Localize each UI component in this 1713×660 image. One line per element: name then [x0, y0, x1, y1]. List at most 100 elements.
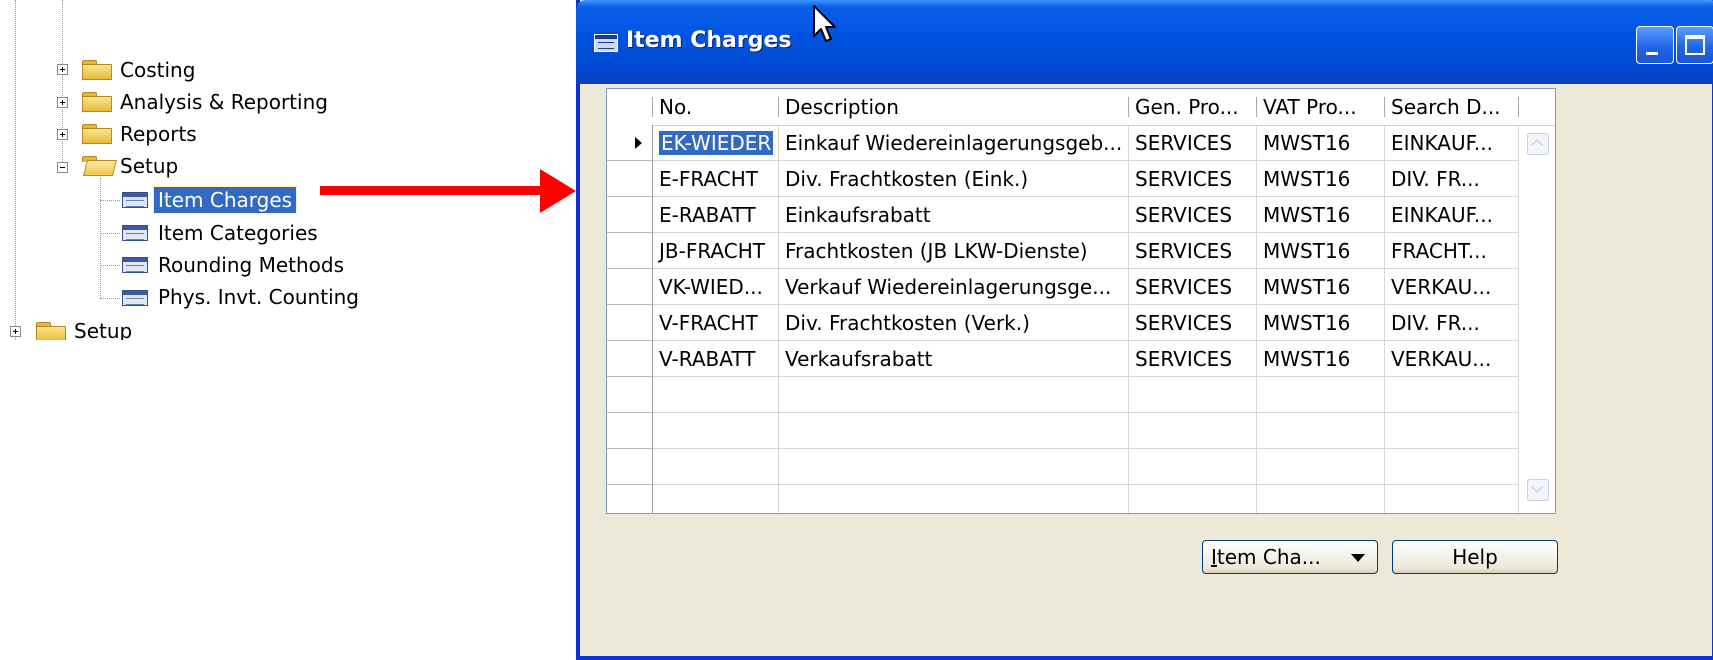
expand-analysis-icon[interactable] [57, 97, 68, 108]
table-row[interactable] [607, 449, 1555, 485]
table-cell[interactable]: Div. Frachtkosten (Eink.) [779, 161, 1129, 197]
row-selector[interactable] [607, 197, 653, 233]
scroll-down-icon[interactable] [1527, 479, 1549, 501]
table-cell[interactable] [1129, 485, 1257, 513]
row-selector[interactable] [607, 413, 653, 449]
table-cell[interactable]: SERVICES [1129, 233, 1257, 269]
collapse-setup-icon[interactable] [57, 162, 68, 173]
expand-reports-icon[interactable] [57, 129, 68, 140]
table-row[interactable] [607, 413, 1555, 449]
column-header-description[interactable]: Description [779, 89, 1129, 125]
table-cell[interactable]: MWST16 [1257, 197, 1385, 233]
table-cell[interactable]: V-FRACHT [653, 305, 779, 341]
title-bar[interactable]: Item Charges ✕ [576, 0, 1713, 84]
table-cell[interactable]: VERKAU... [1385, 269, 1519, 305]
row-selector[interactable] [607, 485, 653, 513]
table-cell[interactable] [1129, 413, 1257, 449]
table-cell[interactable] [1257, 485, 1385, 513]
column-header-no[interactable]: No. [653, 89, 779, 125]
table-cell[interactable]: JB-FRACHT [653, 233, 779, 269]
table-cell[interactable] [1385, 449, 1519, 485]
table-cell[interactable]: VK-WIED... [653, 269, 779, 305]
tree-item-rounding-methods[interactable]: Rounding Methods [154, 252, 348, 278]
expand-setup-icon[interactable] [10, 326, 21, 337]
table-cell[interactable] [779, 485, 1129, 513]
table-row[interactable]: VK-WIED... Verkauf Wiedereinlagerungsge..… [607, 269, 1555, 305]
row-selector[interactable] [607, 161, 653, 197]
table-cell[interactable] [653, 449, 779, 485]
table-cell[interactable] [1257, 377, 1385, 413]
table-cell[interactable] [1129, 449, 1257, 485]
tree-item-setup[interactable]: Setup [116, 153, 182, 179]
table-cell[interactable]: SERVICES [1129, 341, 1257, 377]
table-cell[interactable]: SERVICES [1129, 197, 1257, 233]
table-cell[interactable]: MWST16 [1257, 341, 1385, 377]
column-header-search-description[interactable]: Search D... [1385, 89, 1519, 125]
table-cell[interactable]: DIV. FR... [1385, 161, 1519, 197]
table-cell[interactable] [653, 413, 779, 449]
table-row[interactable]: EK-WIEDER Einkauf Wiedereinlagerungsgeb..… [607, 125, 1555, 161]
item-charge-menu-button[interactable]: Item Cha... [1202, 540, 1378, 574]
table-row[interactable]: E-RABATT Einkaufsrabatt SERVICES MWST16 EINK… [607, 197, 1555, 233]
table-row[interactable] [607, 377, 1555, 413]
help-button[interactable]: Help [1392, 540, 1558, 574]
table-cell[interactable] [779, 449, 1129, 485]
table-cell[interactable]: SERVICES [1129, 305, 1257, 341]
table-row[interactable]: V-FRACHT Div. Frachtkosten (Verk.) SERVICE… [607, 305, 1555, 341]
table-cell[interactable] [779, 377, 1129, 413]
table-cell[interactable] [1385, 485, 1519, 513]
table-row[interactable]: V-RABATT Verkaufsrabatt SERVICES MWST16 VERK… [607, 341, 1555, 377]
table-cell[interactable]: EK-WIEDER [653, 125, 779, 161]
column-header-gen-prod-posting-group[interactable]: Gen. Pro... [1129, 89, 1257, 125]
table-row[interactable]: JB-FRACHT Frachtkosten (JB LKW-Dienste) SE… [607, 233, 1555, 269]
table-cell[interactable]: MWST16 [1257, 233, 1385, 269]
table-cell[interactable]: Frachtkosten (JB LKW-Dienste) [779, 233, 1129, 269]
table-cell[interactable]: Div. Frachtkosten (Verk.) [779, 305, 1129, 341]
minimize-button[interactable] [1636, 26, 1674, 64]
table-cell[interactable]: FRACHT... [1385, 233, 1519, 269]
table-cell[interactable]: MWST16 [1257, 305, 1385, 341]
row-selector[interactable] [607, 305, 653, 341]
row-selector[interactable] [607, 449, 653, 485]
table-cell[interactable]: E-FRACHT [653, 161, 779, 197]
tree-item-item-charges[interactable]: Item Charges [152, 186, 298, 214]
table-cell[interactable] [653, 485, 779, 513]
tree-item-analysis-reporting[interactable]: Analysis & Reporting [116, 89, 332, 115]
table-cell[interactable]: MWST16 [1257, 269, 1385, 305]
table-cell[interactable]: V-RABATT [653, 341, 779, 377]
column-header-vat-prod-posting-group[interactable]: VAT Pro... [1257, 89, 1385, 125]
maximize-button[interactable] [1676, 26, 1713, 64]
table-cell[interactable]: SERVICES [1129, 269, 1257, 305]
selected-cell-text[interactable]: EK-WIEDER [659, 131, 774, 155]
table-cell[interactable]: SERVICES [1129, 161, 1257, 197]
table-cell[interactable] [1385, 413, 1519, 449]
table-cell[interactable]: Einkaufsrabatt [779, 197, 1129, 233]
table-cell[interactable]: VERKAU... [1385, 341, 1519, 377]
table-cell[interactable] [1385, 377, 1519, 413]
table-cell[interactable]: MWST16 [1257, 161, 1385, 197]
table-cell[interactable]: EINKAUF... [1385, 197, 1519, 233]
tree-item-costing[interactable]: Costing [116, 57, 199, 83]
expand-costing-icon[interactable] [57, 64, 68, 75]
table-cell[interactable]: SERVICES [1129, 125, 1257, 161]
row-selector[interactable] [607, 269, 653, 305]
tree-item-phys-invt-counting[interactable]: Phys. Invt. Counting [154, 284, 363, 310]
vertical-scrollbar[interactable] [1527, 125, 1551, 513]
table-cell[interactable] [1257, 413, 1385, 449]
table-cell[interactable] [1129, 377, 1257, 413]
row-selector[interactable] [607, 341, 653, 377]
row-selector[interactable] [607, 125, 653, 161]
row-selector[interactable] [607, 233, 653, 269]
tree-item-setup-2[interactable]: Setup [70, 318, 136, 340]
tree-item-reports[interactable]: Reports [116, 121, 201, 147]
table-cell[interactable]: E-RABATT [653, 197, 779, 233]
table-row[interactable] [607, 485, 1555, 513]
table-cell[interactable]: Verkauf Wiedereinlagerungsge... [779, 269, 1129, 305]
table-cell[interactable]: MWST16 [1257, 125, 1385, 161]
table-cell[interactable]: EINKAUF... [1385, 125, 1519, 161]
row-selector[interactable] [607, 377, 653, 413]
scroll-up-icon[interactable] [1527, 133, 1549, 155]
table-cell[interactable]: DIV. FR... [1385, 305, 1519, 341]
table-cell[interactable]: Verkaufsrabatt [779, 341, 1129, 377]
table-cell[interactable] [779, 413, 1129, 449]
